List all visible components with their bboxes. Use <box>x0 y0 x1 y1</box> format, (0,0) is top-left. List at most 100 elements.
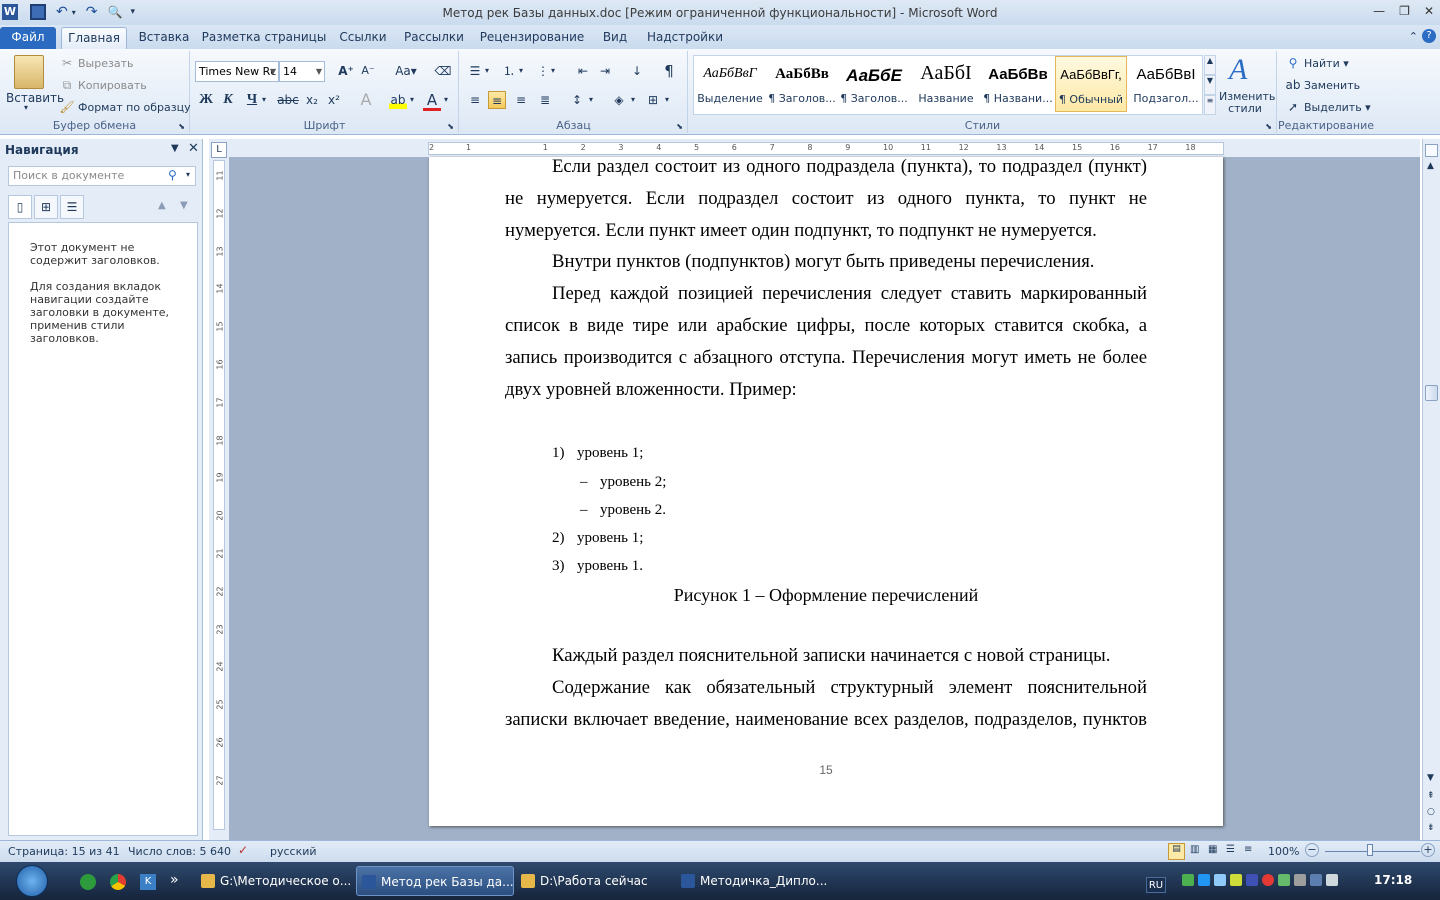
zoom-out-icon[interactable]: − <box>1305 843 1319 857</box>
taskbar-item-word-active[interactable]: Метод рек Базы да... <box>356 866 514 896</box>
search-icon[interactable]: ⚲ <box>168 168 177 182</box>
select-button[interactable]: Выделить ▾ <box>1304 101 1371 114</box>
tray-icon[interactable] <box>1262 874 1274 886</box>
language-indicator[interactable]: RU <box>1146 877 1166 893</box>
styles-dialog-launcher-icon[interactable]: ⬊ <box>1265 122 1272 131</box>
chrome-icon[interactable] <box>110 874 126 890</box>
gallery-scroll-up-icon[interactable]: ▲ <box>1204 55 1216 75</box>
tab-addins[interactable]: Надстройки <box>642 29 728 49</box>
tab-page-layout[interactable]: Разметка страницы <box>200 29 328 49</box>
underline-dropdown-icon[interactable]: ▾ <box>259 91 269 109</box>
show-formatting-icon[interactable]: ¶ <box>660 62 678 80</box>
maximize-button[interactable]: ❐ <box>1399 4 1410 18</box>
line-spacing-icon[interactable]: ↕ <box>568 91 586 109</box>
cut-button[interactable]: Вырезать <box>78 57 133 70</box>
tray-icon[interactable] <box>1182 874 1194 886</box>
language-status[interactable]: русский <box>270 845 317 858</box>
paste-button[interactable]: Вставить <box>6 91 64 105</box>
zoom-in-icon[interactable]: + <box>1421 843 1435 857</box>
font-size-combo[interactable]: 14 ▼ <box>279 61 325 82</box>
tray-icon[interactable] <box>1294 874 1306 886</box>
increase-indent-icon[interactable]: ⇥ <box>596 62 614 80</box>
minimize-button[interactable]: — <box>1373 4 1385 18</box>
more-items-icon[interactable]: » <box>170 872 179 888</box>
clear-formatting-icon[interactable]: ⌫ <box>434 62 452 80</box>
highlight-icon[interactable]: ab <box>389 91 407 109</box>
bullets-dropdown-icon[interactable]: ▾ <box>482 62 492 80</box>
numbering-dropdown-icon[interactable]: ▾ <box>516 62 526 80</box>
tab-mailings[interactable]: Рассылки <box>398 29 470 49</box>
style-normal[interactable]: АаБбВвГг, ¶ Обычный <box>1055 56 1127 112</box>
taskbar-item-word-2[interactable]: Методичка_Дипло... <box>676 866 834 896</box>
text-effects-icon[interactable]: A <box>357 91 375 109</box>
close-pane-icon[interactable]: ✕ <box>188 141 199 156</box>
app-icon-blue[interactable]: K <box>140 874 156 890</box>
browse-results-tab[interactable]: ☰ <box>60 195 84 219</box>
browse-headings-tab[interactable]: ▯ <box>8 195 32 219</box>
clock[interactable]: 17:18 <box>1374 873 1412 887</box>
scroll-down-icon[interactable]: ▼ <box>1427 773 1434 783</box>
justify-icon[interactable]: ≣ <box>536 91 554 109</box>
tab-selector-icon[interactable]: L <box>211 142 227 158</box>
tab-file[interactable]: Файл <box>0 27 56 49</box>
tab-home[interactable]: Главная <box>61 27 127 49</box>
view-ruler-icon[interactable] <box>1425 144 1438 157</box>
multilevel-dropdown-icon[interactable]: ▾ <box>548 62 558 80</box>
document-page[interactable]: Если раздел состоит из одного подраздела… <box>429 156 1223 826</box>
font-name-combo[interactable]: Times New Rc ▼ <box>195 61 279 82</box>
bold-icon[interactable]: Ж <box>197 91 215 109</box>
shading-icon[interactable]: ◈ <box>610 91 628 109</box>
font-color-icon[interactable]: A <box>423 91 441 111</box>
shrink-font-icon[interactable]: A⁻ <box>359 62 377 80</box>
scroll-thumb[interactable] <box>1425 385 1438 401</box>
previous-page-icon[interactable]: ⇞ <box>1427 791 1435 801</box>
shading-dropdown-icon[interactable]: ▾ <box>628 91 638 109</box>
zoom-slider-thumb[interactable] <box>1367 844 1373 856</box>
font-color-dropdown-icon[interactable]: ▾ <box>441 91 451 109</box>
align-center-icon[interactable]: ≡ <box>488 91 506 109</box>
tray-icon[interactable] <box>1230 874 1242 886</box>
tray-icon[interactable] <box>1198 874 1210 886</box>
gallery-scroll-down-icon[interactable]: ▼ <box>1204 75 1216 95</box>
collapse-ribbon-icon[interactable]: ⌃ <box>1409 30 1418 43</box>
zoom-level[interactable]: 100% <box>1268 845 1299 858</box>
tab-references[interactable]: Ссылки <box>333 29 393 49</box>
gallery-more-icon[interactable]: ≡ <box>1204 95 1216 115</box>
page-count-status[interactable]: Страница: 15 из 41 <box>8 845 120 858</box>
replace-button[interactable]: Заменить <box>1304 79 1360 92</box>
close-button[interactable]: ✕ <box>1424 4 1434 18</box>
tab-insert[interactable]: Вставка <box>132 29 196 49</box>
style-heading1[interactable]: АаБбВв ¶ Заголов... <box>766 56 838 112</box>
taskbar-item-explorer-2[interactable]: D:\Работа сейчас <box>516 866 674 896</box>
style-subtitle[interactable]: АаБбВвI Подзагол... <box>1130 56 1202 112</box>
style-title[interactable]: АаБбI Название <box>910 56 982 112</box>
tray-icon[interactable] <box>1214 874 1226 886</box>
style-caption[interactable]: АаБбВв ¶ Названи... <box>982 56 1054 112</box>
start-button[interactable] <box>16 865 48 897</box>
line-spacing-dropdown-icon[interactable]: ▾ <box>586 91 596 109</box>
align-left-icon[interactable]: ≡ <box>466 91 484 109</box>
change-styles-button[interactable]: Изменить стили <box>1219 91 1275 115</box>
reading-view-icon[interactable]: ▥ <box>1190 844 1199 855</box>
next-page-icon[interactable]: ⇟ <box>1427 823 1435 833</box>
change-case-button[interactable]: Aa▾ <box>392 62 420 80</box>
sort-icon[interactable]: ↓ <box>628 62 646 80</box>
web-layout-view-icon[interactable]: ▦ <box>1208 844 1217 855</box>
align-right-icon[interactable]: ≡ <box>512 91 530 109</box>
help-icon[interactable]: ? <box>1422 29 1436 43</box>
tray-icon[interactable] <box>1246 874 1258 886</box>
decrease-indent-icon[interactable]: ⇤ <box>574 62 592 80</box>
previous-heading-icon[interactable]: ▲ <box>158 200 166 211</box>
outline-view-icon[interactable]: ☰ <box>1226 844 1235 855</box>
tab-review[interactable]: Рецензирование <box>476 29 588 49</box>
tab-view[interactable]: Вид <box>594 29 636 49</box>
print-layout-view-icon[interactable]: ▤ <box>1168 843 1185 860</box>
network-icon[interactable] <box>1310 874 1322 886</box>
paste-icon[interactable] <box>14 55 44 89</box>
subscript-icon[interactable]: x₂ <box>303 91 321 109</box>
pane-menu-icon[interactable]: ▼ <box>171 143 179 154</box>
browse-pages-tab[interactable]: ⊞ <box>34 195 58 219</box>
paragraph-dialog-launcher-icon[interactable]: ⬊ <box>676 122 683 131</box>
font-dialog-launcher-icon[interactable]: ⬊ <box>447 122 454 131</box>
taskbar-item-explorer-1[interactable]: G:\Методическое о... <box>196 866 354 896</box>
